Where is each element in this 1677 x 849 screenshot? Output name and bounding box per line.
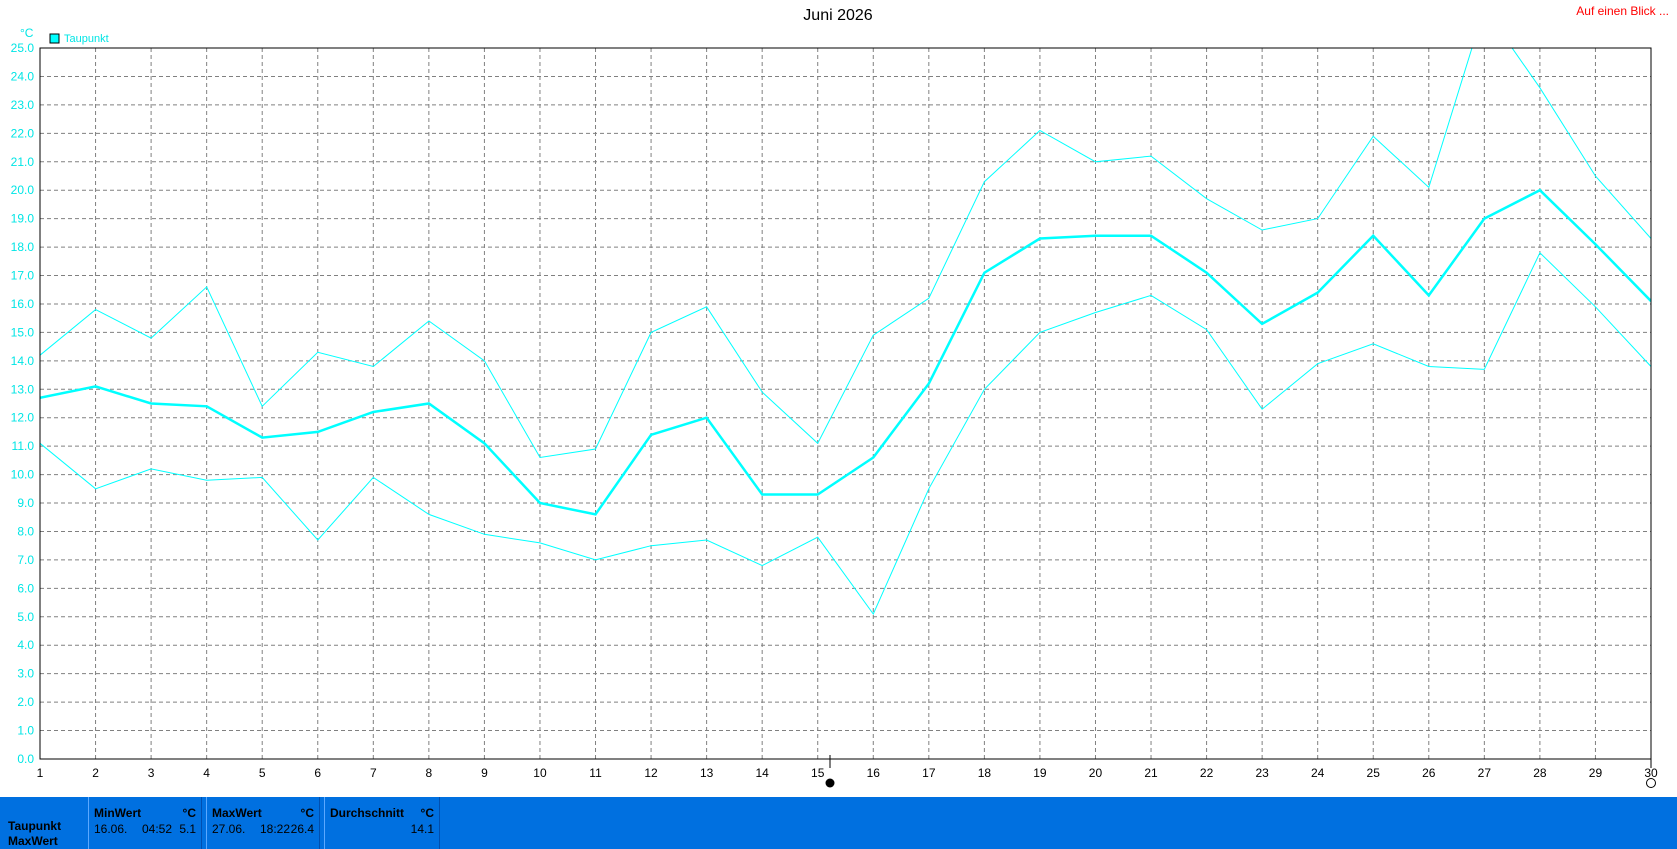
- max-value: 26.4: [290, 822, 314, 836]
- overview-link[interactable]: Auf einen Blick ...: [1576, 4, 1669, 18]
- x-tick-label: 13: [700, 766, 714, 780]
- x-ticks: 1 2 3 4 5 6 7 8 9 10 11 12 13 14 15 16 17 18 19 20 21 22 23 24 2…: [37, 766, 1658, 780]
- y-tick-label: 21.0: [11, 155, 35, 169]
- y-tick-label: 23.0: [11, 98, 35, 112]
- x-tick-label: 19: [1033, 766, 1047, 780]
- x-tick-label: 20: [1089, 766, 1103, 780]
- today-marker: [825, 755, 835, 788]
- min-value: 5.1: [179, 822, 196, 836]
- x-tick-label: 22: [1200, 766, 1214, 780]
- y-tick-label: 4.0: [17, 638, 34, 652]
- x-tick-label: 2: [92, 766, 99, 780]
- x-tick-label: 8: [426, 766, 433, 780]
- y-tick-label: 12.0: [11, 411, 35, 425]
- max-header: MaxWert: [212, 806, 262, 820]
- min-time: 04:52: [142, 822, 173, 836]
- series-line-max: [40, 48, 1651, 459]
- stats-bar: Taupunkt MaxWert MinWert °C 16.06. 04:52…: [0, 797, 1677, 849]
- min-header: MinWert: [94, 806, 142, 820]
- y-tick-label: 2.0: [17, 695, 34, 709]
- x-tick-label: 9: [481, 766, 488, 780]
- avg-panel: Durchschnitt °C 14.1: [324, 797, 440, 849]
- legend-label: Taupunkt: [64, 33, 109, 45]
- max-time: 18:22: [260, 822, 291, 836]
- x-tick-label: 28: [1533, 766, 1547, 780]
- chart-canvas: Juni 2026 °C Taupunkt 0.0 1.0 2.0 3.0 4.0 5.0…: [11, 7, 1658, 788]
- y-tick-label: 15.0: [11, 325, 35, 339]
- max-date: 27.06.: [212, 822, 246, 836]
- y-tick-label: 1.0: [17, 724, 34, 738]
- y-tick-label: 25.0: [11, 41, 35, 55]
- series-lines: [40, 48, 1651, 615]
- x-tick-label: 1: [37, 766, 44, 780]
- x-tick-label: 23: [1255, 766, 1269, 780]
- y-tick-label: 0.0: [17, 752, 34, 766]
- x-tick-label: 14: [755, 766, 769, 780]
- x-tick-label: 17: [922, 766, 936, 780]
- y-tick-label: 18.0: [11, 240, 35, 254]
- y-tick-label: 17.0: [11, 269, 35, 283]
- x-tick-label: 11: [589, 766, 602, 780]
- y-tick-label: 8.0: [17, 524, 34, 538]
- x-tick-label: 5: [259, 766, 266, 780]
- x-tick-label: 18: [978, 766, 992, 780]
- y-tick-label: 16.0: [11, 297, 35, 311]
- min-unit: °C: [182, 806, 196, 820]
- legend-swatch: [49, 33, 60, 44]
- y-tick-label: 10.0: [11, 468, 35, 482]
- max-panel: MaxWert °C 27.06. 18:22 26.4: [206, 797, 320, 849]
- x-tick-label: 26: [1422, 766, 1436, 780]
- avg-header: Durchschnitt: [330, 806, 405, 820]
- chart-title: Juni 2026: [803, 7, 872, 24]
- x-tick-label: 15: [811, 766, 825, 780]
- x-tick-label: 10: [533, 766, 547, 780]
- x-tick-label: 3: [148, 766, 155, 780]
- x-tick-label: 21: [1144, 766, 1158, 780]
- y-tick-label: 20.0: [11, 183, 35, 197]
- x-tick-label: 27: [1478, 766, 1492, 780]
- x-tick-label: 25: [1367, 766, 1381, 780]
- max-unit: °C: [300, 806, 314, 820]
- y-tick-label: 9.0: [17, 496, 34, 510]
- y-tick-label: 22.0: [11, 126, 35, 140]
- stats-row-label-taupunkt: Taupunkt: [8, 819, 62, 833]
- y-tick-label: 7.0: [17, 553, 34, 567]
- x-tick-label: 6: [314, 766, 321, 780]
- y-axis-unit: °C: [20, 26, 34, 40]
- series-line-avg: [40, 188, 1651, 516]
- x-tick-label: 16: [867, 766, 881, 780]
- y-tick-label: 19.0: [11, 212, 35, 226]
- y-tick-label: 13.0: [11, 382, 35, 396]
- x-tick-label: 24: [1311, 766, 1325, 780]
- y-tick-label: 24.0: [11, 69, 35, 83]
- x-tick-label: 30: [1644, 766, 1658, 780]
- y-tick-label: 6.0: [17, 581, 34, 595]
- moon-new-icon: [1646, 778, 1656, 788]
- avg-value: 14.1: [410, 822, 434, 836]
- y-tick-label: 14.0: [11, 354, 35, 368]
- min-date: 16.06.: [94, 822, 128, 836]
- stats-row-label-maxwert: MaxWert: [8, 834, 58, 848]
- y-ticks: 0.0 1.0 2.0 3.0 4.0 5.0 6.0 7.0 8.0 9.0 10.0 11.0 12…: [11, 41, 35, 766]
- grid: [40, 48, 1651, 759]
- x-tick-label: 12: [644, 766, 658, 780]
- avg-unit: °C: [420, 806, 434, 820]
- x-tick-label: 4: [203, 766, 210, 780]
- x-tick-label: 29: [1589, 766, 1603, 780]
- min-panel: MinWert °C 16.06. 04:52 5.1: [88, 797, 202, 849]
- x-tick-label: 7: [370, 766, 377, 780]
- y-tick-label: 3.0: [17, 667, 34, 681]
- y-tick-label: 5.0: [17, 610, 34, 624]
- moon-full-icon: [825, 778, 835, 788]
- plot-frame: [39, 47, 1652, 760]
- y-tick-label: 11.0: [12, 439, 35, 453]
